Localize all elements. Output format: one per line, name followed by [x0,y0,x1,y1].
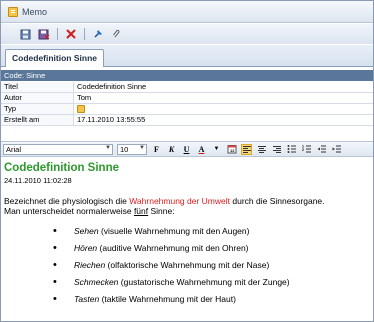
attach-icon[interactable] [111,28,123,40]
property-label: Typ [1,104,74,114]
underline-button[interactable]: U [181,144,192,155]
bold-button[interactable]: F [151,144,162,155]
property-label: Erstellt am [1,115,74,125]
memo-icon [8,6,18,17]
numbered-list-icon[interactable]: 12 [301,144,312,155]
document-title: Codedefinition Sinne [4,162,119,174]
window-title: Memo [22,6,48,17]
list-item: Schmecken (gustatorische Wahrnehmung mit… [4,274,373,291]
property-row-autor: Autor Tom [1,93,373,104]
list-item: Riechen (olfaktorische Wahrnehmung mit d… [4,257,373,274]
sense-name: Riechen [74,260,106,270]
indent-icon[interactable] [331,144,342,155]
pin-icon[interactable] [92,28,104,40]
memo-type-icon [77,105,85,113]
list-item: Tasten (taktile Wahrnehmung mit der Haut… [4,291,373,308]
document-date: 24.11.2010 11:02:28 [4,176,72,185]
autor-field[interactable]: Tom [74,93,91,103]
align-right-button[interactable] [271,144,282,155]
typ-field[interactable] [74,104,85,114]
sense-description: (gustatorische Wahrnehmung mit der Zunge… [118,277,290,287]
document-paragraph: Bezeichnet die physiologisch die Wahrneh… [4,196,373,216]
section-header: Code: Sinne [1,70,373,81]
outdent-icon[interactable] [316,144,327,155]
svg-text:12: 12 [230,148,235,153]
titel-field[interactable]: Codedefinition Sinne [74,82,146,92]
senses-list: Sehen (visuelle Wahrnehmung mit den Auge… [4,223,373,308]
sense-description: (olfaktorische Wahrnehmung mit der Nase) [105,260,270,270]
svg-text:2: 2 [302,148,304,152]
chevron-down-icon: ▼ [139,144,145,151]
tab-bar: Codedefinition Sinne [1,45,373,67]
title-bar: Memo [1,1,373,23]
paragraph-text: Sinne: [148,206,175,216]
property-label: Titel [1,82,74,92]
list-item: Sehen (visuelle Wahrnehmung mit den Auge… [4,223,373,240]
save-close-icon[interactable] [38,28,50,40]
font-color-button[interactable]: A [196,144,207,155]
sense-name: Tasten [74,294,100,304]
sense-description: (taktile Wahrnehmung mit der Haut) [99,294,236,304]
property-row-typ: Typ [1,104,373,115]
sense-description: (auditive Wahrnehmung mit den Ohren) [97,243,249,253]
property-row-erstellt: Erstellt am 17.11.2010 13:55:55 [1,115,373,126]
align-center-button[interactable] [256,144,267,155]
toolbar-separator [84,28,85,40]
font-size-value: 10 [120,144,129,154]
underlined-text: fünf [133,206,149,216]
sense-name: Hören [74,243,98,253]
property-label: Autor [1,93,74,103]
chevron-down-icon: ▼ [105,144,111,151]
properties-grid: Titel Codedefinition Sinne Autor Tom Typ… [1,82,373,126]
insert-date-icon[interactable]: 12 [226,144,237,155]
tab-codedefinition-sinne[interactable]: Codedefinition Sinne [5,49,104,67]
bullet-list-icon[interactable] [286,144,297,155]
align-left-button[interactable] [241,143,252,155]
memo-window: Memo Codedefinition Sinne Code: Sinne Ti… [0,0,374,322]
font-size-select[interactable]: 10 ▼ [117,143,147,155]
editor-toolbar: Arial ▼ 10 ▼ F K U A ▼ 12 12 [1,141,373,157]
highlighted-text: Wahrnehmung der Umwelt [129,196,230,206]
list-item: Hören (auditive Wahrnehmung mit den Ohre… [4,240,373,257]
sense-name: Schmecken [74,277,119,287]
font-select[interactable]: Arial ▼ [3,143,113,155]
paragraph-text: durch die Sinnesorgane. [230,196,325,206]
sense-description: (visuelle Wahrnehmung mit den Augen) [98,226,250,236]
main-toolbar [1,24,373,44]
toolbar-separator [57,28,58,40]
chevron-down-icon[interactable]: ▼ [211,144,222,155]
delete-icon[interactable] [65,28,77,40]
paragraph-text: Bezeichnet die physiologisch die [4,196,130,206]
save-icon[interactable] [19,28,31,40]
sense-name: Sehen [74,226,99,236]
property-row-titel: Titel Codedefinition Sinne [1,82,373,93]
paragraph-text: Man unterscheidet normalerweise [4,206,134,216]
italic-button[interactable]: K [166,144,177,155]
erstellt-field: 17.11.2010 13:55:55 [77,115,146,124]
font-select-value: Arial [6,144,22,154]
document-editor[interactable]: Codedefinition Sinne 24.11.2010 11:02:28… [1,158,373,321]
